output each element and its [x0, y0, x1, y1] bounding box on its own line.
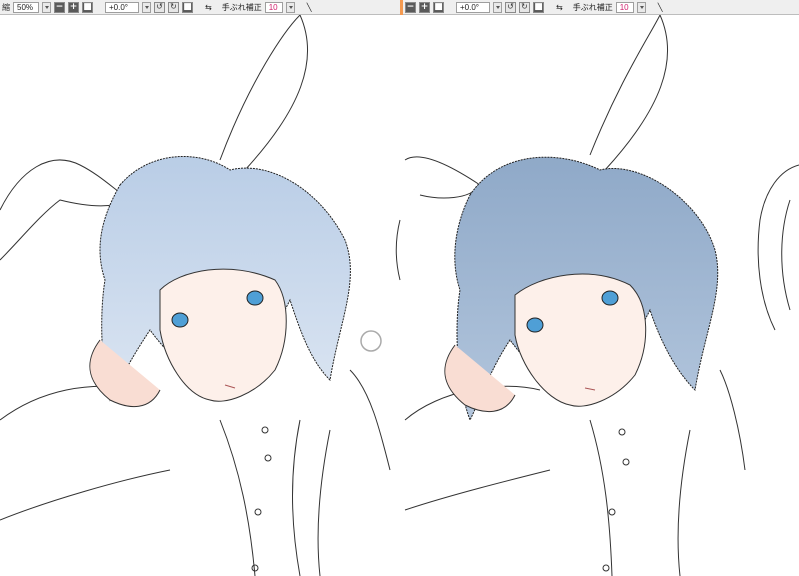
left-eye-right [246, 290, 264, 306]
swap-icon[interactable]: ⇆ [205, 3, 212, 12]
pen-icon[interactable]: ╲ [307, 3, 312, 12]
toolbar-right: − + ■ +0.0° ↺ ↻ ■ ⇆ 手ぶれ補正 10 ╲ [403, 0, 799, 15]
left-eye-left [171, 312, 189, 328]
rotate-ccw-button-right[interactable]: ↺ [505, 1, 516, 13]
pen-icon-right[interactable]: ╲ [658, 3, 663, 12]
right-face [514, 273, 647, 407]
zoom-out-button-right[interactable]: − [405, 1, 416, 13]
rotation-field[interactable]: +0.0° [105, 1, 139, 13]
zoom-field[interactable]: 50% [13, 1, 39, 13]
rotate-stop-button-right[interactable]: ■ [533, 1, 544, 13]
right-ear-side [404, 156, 481, 199]
right-character-illustration [395, 15, 799, 576]
stabilizer-label: 手ぶれ補正 [221, 2, 262, 12]
rotation-dropdown-button[interactable] [142, 1, 151, 13]
right-ear-left-edge [395, 219, 401, 281]
rotation-field-right[interactable]: +0.0° [456, 1, 490, 13]
zoom-fit-button[interactable]: ■ [82, 1, 93, 13]
right-eye-left [526, 317, 544, 333]
zoom-fit-button-right[interactable]: ■ [433, 1, 444, 13]
rotate-ccw-button[interactable]: ↺ [154, 1, 165, 13]
left-hood [0, 369, 391, 576]
stabilizer-field-right[interactable]: 10 [615, 1, 634, 13]
swap-icon-right[interactable]: ⇆ [556, 3, 563, 12]
drawing-canvas[interactable] [0, 15, 799, 576]
left-ear-top [219, 15, 308, 171]
rotate-stop-button[interactable]: ■ [182, 1, 193, 13]
stabilizer-dropdown-button-right[interactable] [636, 1, 646, 13]
right-eye-right [601, 290, 619, 306]
stabilizer-dropdown-button[interactable] [285, 1, 295, 13]
brush-cursor-icon [360, 330, 382, 352]
zoom-label: 縮 [2, 2, 10, 12]
left-face [159, 268, 287, 402]
rotate-reset-button-right[interactable]: ↻ [519, 1, 530, 13]
rotate-reset-button[interactable]: ↻ [168, 1, 179, 13]
zoom-in-button[interactable]: + [68, 1, 79, 13]
right-ear-top [589, 15, 668, 171]
toolbar-left: 縮 50% − + ■ +0.0° ↺ ↻ ■ ⇆ 手ぶれ補正 10 ╲ [0, 0, 400, 15]
zoom-out-button[interactable]: − [54, 1, 65, 13]
rotation-dropdown-button-right[interactable] [493, 1, 502, 13]
stabilizer-field[interactable]: 10 [264, 1, 283, 13]
third-figure-sketch [757, 164, 799, 331]
zoom-dropdown-button[interactable] [42, 1, 51, 13]
left-character-illustration [0, 15, 391, 576]
stabilizer-label-right: 手ぶれ補正 [572, 2, 613, 12]
zoom-in-button-right[interactable]: + [419, 1, 430, 13]
